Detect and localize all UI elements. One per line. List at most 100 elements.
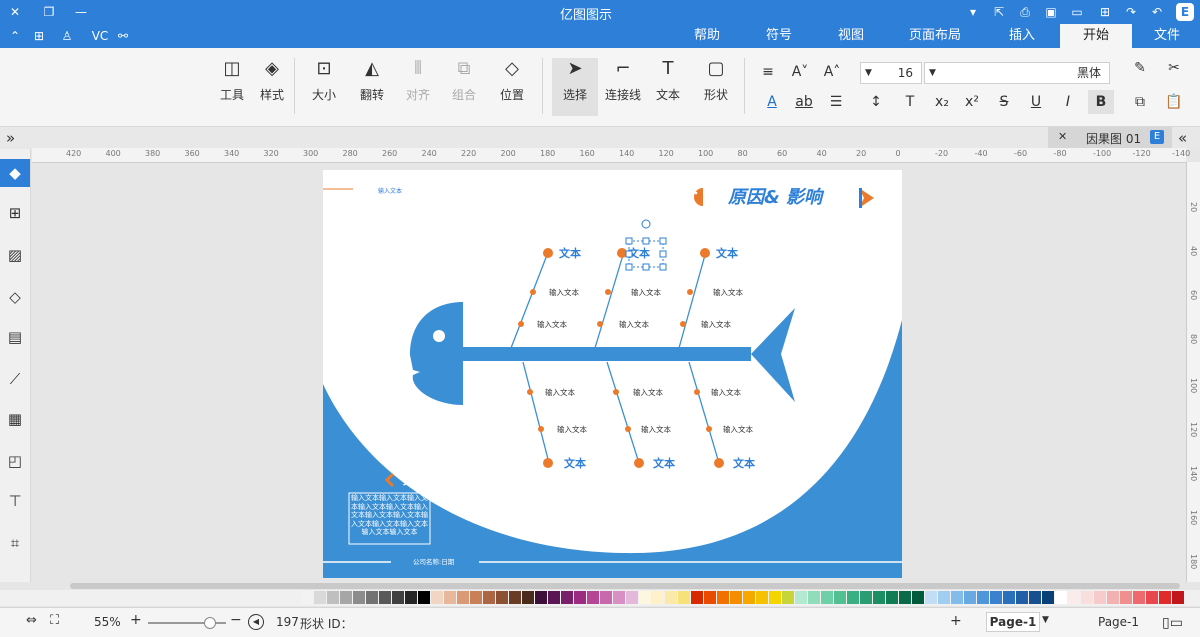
color-swatch[interactable] [1029, 591, 1041, 604]
side-title[interactable]: 文本 [403, 473, 425, 487]
color-swatch[interactable] [886, 591, 898, 604]
style-button[interactable]: ◈ 样式 [252, 58, 292, 116]
redo-icon[interactable]: ↷ [1122, 3, 1140, 21]
restore-icon[interactable]: ❐ [40, 3, 58, 21]
image-icon[interactable]: ▨ [5, 245, 25, 265]
color-swatch[interactable] [821, 591, 833, 604]
diagram-canvas[interactable]: 文本 文本 文本 文本 文本 文本 输入文本 输入文本 输入文本 输入文本 输入… [323, 170, 902, 578]
menu-view[interactable]: 视图 [820, 24, 882, 48]
font-name-field[interactable]: 黑体 ▼ [924, 62, 1110, 84]
font-size-field[interactable]: 16 ▼ [860, 62, 922, 84]
strikethrough-icon[interactable]: S [994, 92, 1014, 112]
color-swatch[interactable] [392, 591, 404, 604]
horizontal-scrollbar[interactable] [70, 583, 1180, 589]
size-button[interactable]: ⊡ 大小 [304, 58, 344, 116]
format-painter-icon[interactable]: ✎ [1130, 58, 1150, 78]
layers-icon[interactable]: ◇ [5, 287, 25, 307]
page-selector[interactable]: Page-1 [1098, 615, 1139, 629]
color-swatch[interactable] [301, 591, 313, 604]
zoom-level[interactable]: 55% [94, 615, 121, 629]
color-swatch[interactable] [574, 591, 586, 604]
color-swatch[interactable] [444, 591, 456, 604]
color-swatch[interactable] [509, 591, 521, 604]
sub-label[interactable]: 输入文本 [641, 424, 671, 434]
bullets-icon[interactable]: ☰ [826, 92, 846, 112]
resize-handle[interactable] [642, 237, 650, 245]
sub-label[interactable]: 输入文本 [545, 387, 575, 397]
cause-label[interactable]: 文本 [653, 456, 675, 470]
text-button[interactable]: T 文本 [648, 58, 688, 116]
color-swatch[interactable] [743, 591, 755, 604]
color-swatch[interactable] [1003, 591, 1015, 604]
sub-label[interactable]: 输入文本 [549, 287, 579, 297]
tools-button[interactable]: ◫ 工具 [212, 58, 252, 116]
connector-button[interactable]: ⌐ 连接线 [600, 58, 646, 116]
color-swatch[interactable] [1068, 591, 1080, 604]
chart-icon[interactable]: ⟋ [5, 369, 25, 389]
highlight-icon[interactable]: ab [794, 92, 814, 112]
color-swatch[interactable] [795, 591, 807, 604]
color-swatch[interactable] [548, 591, 560, 604]
menu-home[interactable]: 开始 [1060, 24, 1132, 48]
color-swatch[interactable] [431, 591, 443, 604]
color-swatch[interactable] [912, 591, 924, 604]
menu-file[interactable]: 文件 [1134, 24, 1200, 48]
color-swatch[interactable] [938, 591, 950, 604]
sub-label[interactable]: 输入文本 [711, 387, 741, 397]
superscript-icon[interactable]: x² [962, 92, 982, 112]
color-swatch[interactable] [561, 591, 573, 604]
position-button[interactable]: ◇ 位置 [492, 58, 532, 116]
font-grow-icon[interactable]: A˄ [822, 62, 842, 82]
add-page-icon[interactable]: + [950, 613, 962, 629]
collapse-ribbon-icon[interactable]: ⌃ [6, 27, 24, 45]
menu-symbols[interactable]: 符号 [748, 24, 810, 48]
zoom-slider-thumb[interactable] [204, 617, 216, 629]
fishbone-diagram[interactable]: 文本 文本 文本 文本 文本 文本 输入文本 输入文本 输入文本 输入文本 输入… [323, 170, 902, 578]
color-swatch[interactable] [1120, 591, 1132, 604]
color-swatch[interactable] [964, 591, 976, 604]
color-swatch[interactable] [691, 591, 703, 604]
cause-label[interactable]: 文本 [559, 246, 581, 260]
fit-page-icon[interactable]: ⛶ [50, 613, 59, 628]
color-swatch[interactable] [1133, 591, 1145, 604]
color-swatch[interactable] [470, 591, 482, 604]
share-icon[interactable]: ⚯ [114, 27, 132, 45]
cause-label[interactable]: 文本 [564, 456, 586, 470]
cut-icon[interactable]: ✂ [1164, 58, 1184, 78]
table-icon[interactable]: ▦ [5, 409, 25, 429]
more-icon[interactable]: ▾ [964, 3, 982, 21]
collapse-left-icon[interactable]: » [6, 129, 15, 147]
minimize-icon[interactable]: — [72, 3, 90, 21]
resize-handle[interactable] [625, 237, 633, 245]
resize-handle[interactable] [625, 263, 633, 271]
color-swatch[interactable] [782, 591, 794, 604]
vc-icon[interactable]: VC [86, 27, 114, 45]
sub-label[interactable]: 输入文本 [633, 387, 663, 397]
diagram-title[interactable]: 原因& 影响 [727, 187, 825, 208]
color-swatch[interactable] [379, 591, 391, 604]
close-icon[interactable]: ✕ [6, 3, 24, 21]
new-icon[interactable]: ⊞ [1096, 3, 1114, 21]
group-button[interactable]: ⧉ 组合 [444, 58, 484, 116]
color-swatch[interactable] [756, 591, 768, 604]
color-swatch[interactable] [314, 591, 326, 604]
fill-icon[interactable]: ◆ [0, 159, 30, 187]
print-icon[interactable]: ⎙ [1016, 3, 1034, 21]
color-swatch[interactable] [717, 591, 729, 604]
zoom-out-icon[interactable]: − [230, 612, 242, 628]
color-swatch[interactable] [340, 591, 352, 604]
color-swatch[interactable] [496, 591, 508, 604]
collapse-right-icon[interactable]: « [1178, 129, 1187, 147]
color-swatch[interactable] [1159, 591, 1171, 604]
color-swatch[interactable] [808, 591, 820, 604]
bold-icon[interactable]: B [1088, 90, 1114, 114]
sub-label[interactable]: 输入文本 [723, 424, 753, 434]
crop-icon[interactable]: ⌗ [5, 533, 25, 553]
color-swatch[interactable] [483, 591, 495, 604]
color-swatch[interactable] [990, 591, 1002, 604]
color-swatch[interactable] [925, 591, 937, 604]
page-icon[interactable]: ▤ [5, 327, 25, 347]
frame-icon[interactable]: ◰ [5, 451, 25, 471]
sub-label[interactable]: 输入文本 [631, 287, 661, 297]
color-swatch[interactable] [600, 591, 612, 604]
